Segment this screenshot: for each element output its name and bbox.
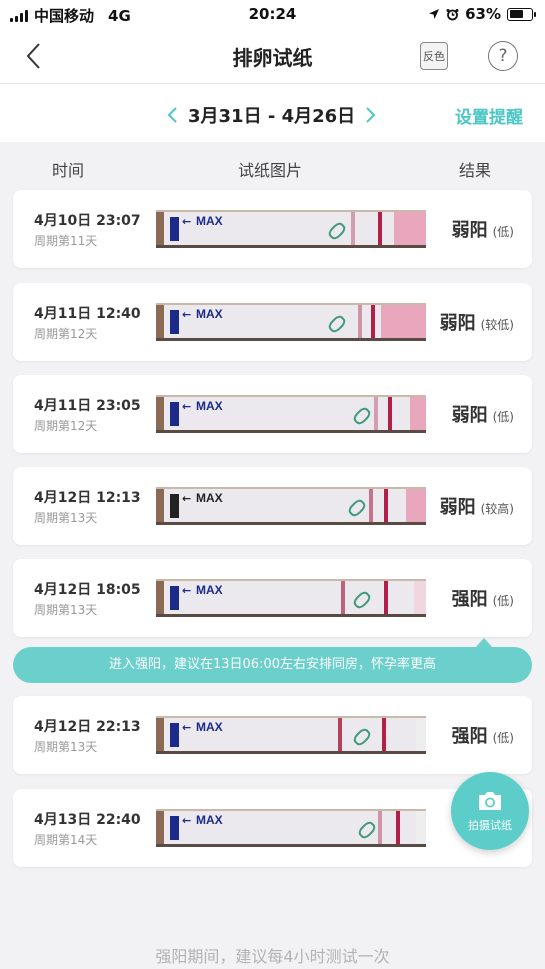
record-result: 弱阳 xyxy=(439,313,476,334)
record-result-level: (低) xyxy=(492,594,514,608)
record-result-level: (低) xyxy=(492,410,514,424)
record-date: 4月11日 23:05 xyxy=(34,398,141,414)
page-title: 排卵试纸 xyxy=(232,46,313,70)
alarm-icon xyxy=(446,8,459,20)
test-strip-image: ← MAX xyxy=(156,303,426,341)
capture-button-label: 拍摄试纸 xyxy=(468,819,512,832)
test-strip-image: ← MAX xyxy=(156,579,426,617)
battery-percent: 63% xyxy=(465,5,501,23)
camera-icon xyxy=(479,792,501,810)
record-cycle-day: 周期第14天 xyxy=(34,833,98,847)
record-date: 4月12日 18:05 xyxy=(34,582,141,598)
status-bar: 中国移动 4G 20:24 63% xyxy=(0,0,545,28)
record-result: 弱阳 xyxy=(451,220,488,241)
record-cycle-day: 周期第11天 xyxy=(34,234,98,248)
battery-icon xyxy=(507,7,536,21)
record-date: 4月12日 12:13 xyxy=(34,490,141,506)
column-header-strip: 试纸图片 xyxy=(238,161,303,180)
capture-strip-button[interactable]: 拍摄试纸 xyxy=(451,772,529,850)
record-result-level: (低) xyxy=(492,225,514,239)
record-result: 弱阳 xyxy=(439,497,476,518)
date-range-bar: 3月31日 - 4月26日 设置提醒 xyxy=(0,84,545,142)
help-button[interactable]: ? xyxy=(488,41,518,71)
test-strip-image: ← MAX xyxy=(156,395,426,433)
record-date: 4月13日 22:40 xyxy=(34,812,141,828)
record-cycle-day: 周期第13天 xyxy=(34,603,98,617)
record-cycle-day: 周期第12天 xyxy=(34,419,98,433)
record-card[interactable]: 4月12日 22:13 周期第13天 ← MAX 强阳 (低) xyxy=(13,696,532,774)
record-result-level: (较高) xyxy=(480,502,514,516)
record-cycle-day: 周期第13天 xyxy=(34,511,98,525)
column-header-time: 时间 xyxy=(52,161,85,180)
column-headers: 时间 试纸图片 结果 xyxy=(0,142,545,188)
record-cycle-day: 周期第12天 xyxy=(34,327,98,341)
record-card[interactable]: 4月11日 23:05 周期第12天 ← MAX 弱阳 (低) xyxy=(13,375,532,453)
set-reminder-link[interactable]: 设置提醒 xyxy=(455,103,523,128)
nav-bar: 排卵试纸 反色 ? xyxy=(0,28,545,84)
column-header-result: 结果 xyxy=(459,161,492,180)
record-card[interactable]: 4月12日 12:13 周期第13天 ← MAX 弱阳 (较高) xyxy=(13,467,532,545)
record-card[interactable]: 4月10日 23:07 周期第11天 ← MAX 弱阳 (低) xyxy=(13,190,532,268)
test-strip-image: ← MAX xyxy=(156,210,426,248)
ovulation-tip-banner: 进入强阳，建议在13日06:00左右安排同房，怀孕率更高 xyxy=(13,647,532,683)
test-strip-image: ← MAX xyxy=(156,487,426,525)
chevron-right-icon[interactable] xyxy=(365,106,377,124)
record-result: 弱阳 xyxy=(451,405,488,426)
record-result: 强阳 xyxy=(451,589,488,610)
location-arrow-icon xyxy=(429,9,440,19)
date-range-label[interactable]: 3月31日 - 4月26日 xyxy=(188,102,355,128)
record-card[interactable]: 4月11日 12:40 周期第12天 ← MAX 弱阳 (较低) xyxy=(13,283,532,361)
footer-note: 强阳期间，建议每4小时测试一次 xyxy=(155,947,390,966)
record-card[interactable]: 4月12日 18:05 周期第13天 ← MAX 强阳 (低) xyxy=(13,559,532,637)
record-result: 强阳 xyxy=(451,726,488,747)
record-cycle-day: 周期第13天 xyxy=(34,740,98,754)
chevron-left-icon[interactable] xyxy=(166,106,178,124)
record-date: 4月12日 22:13 xyxy=(34,719,141,735)
record-date: 4月11日 12:40 xyxy=(34,306,141,322)
test-strip-image: ← MAX xyxy=(156,809,426,847)
record-result-level: (低) xyxy=(492,731,514,745)
test-strip-image: ← MAX xyxy=(156,716,426,754)
record-result-level: (较低) xyxy=(480,318,514,332)
record-date: 4月10日 23:07 xyxy=(34,213,141,229)
invert-color-button[interactable]: 反色 xyxy=(420,42,448,70)
